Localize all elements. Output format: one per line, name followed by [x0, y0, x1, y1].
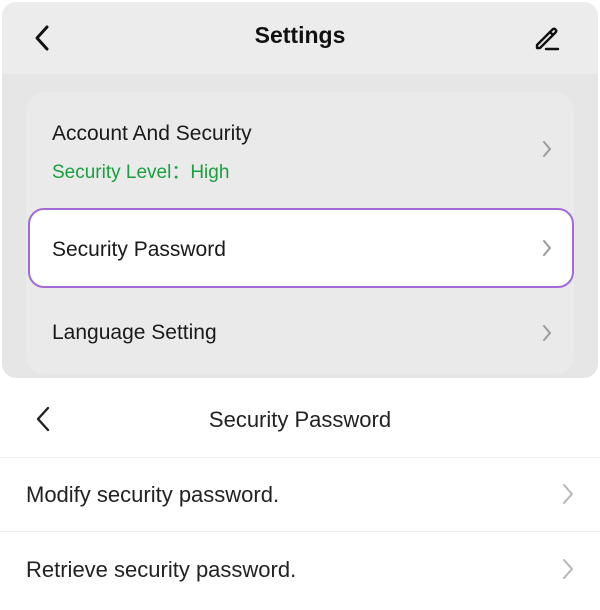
settings-card: Account And Security Security Level：High…: [26, 92, 574, 374]
chevron-right-icon: [560, 557, 576, 581]
settings-header: Settings: [2, 2, 598, 74]
language-setting-label: Language Setting: [52, 321, 217, 344]
page-title: Settings: [254, 22, 346, 48]
security-password-item[interactable]: Security Password: [28, 208, 574, 288]
modify-security-password-item[interactable]: Modify security password.: [0, 458, 600, 532]
security-level-label: Security Level：High: [52, 162, 230, 183]
account-and-security-item[interactable]: Account And Security Security Level：High: [26, 92, 574, 204]
chevron-right-icon: [540, 139, 554, 159]
edit-button[interactable]: [528, 20, 564, 56]
language-setting-item[interactable]: Language Setting: [26, 292, 574, 374]
retrieve-security-password-label: Retrieve security password.: [26, 557, 297, 582]
settings-screen: Settings Account And Security Security L…: [2, 2, 598, 378]
account-and-security-label: Account And Security: [52, 122, 252, 145]
security-password-screen: Security Password Modify security passwo…: [0, 380, 600, 610]
chevron-right-icon: [560, 482, 576, 506]
modify-security-password-label: Modify security password.: [26, 482, 280, 507]
security-password-header: Security Password: [0, 380, 600, 458]
chevron-right-icon: [540, 323, 554, 343]
retrieve-security-password-item[interactable]: Retrieve security password.: [0, 533, 600, 607]
pencil-icon: [535, 27, 560, 51]
security-password-label: Security Password: [52, 238, 226, 261]
chevron-right-icon: [540, 238, 554, 258]
page-title: Security Password: [208, 407, 392, 432]
